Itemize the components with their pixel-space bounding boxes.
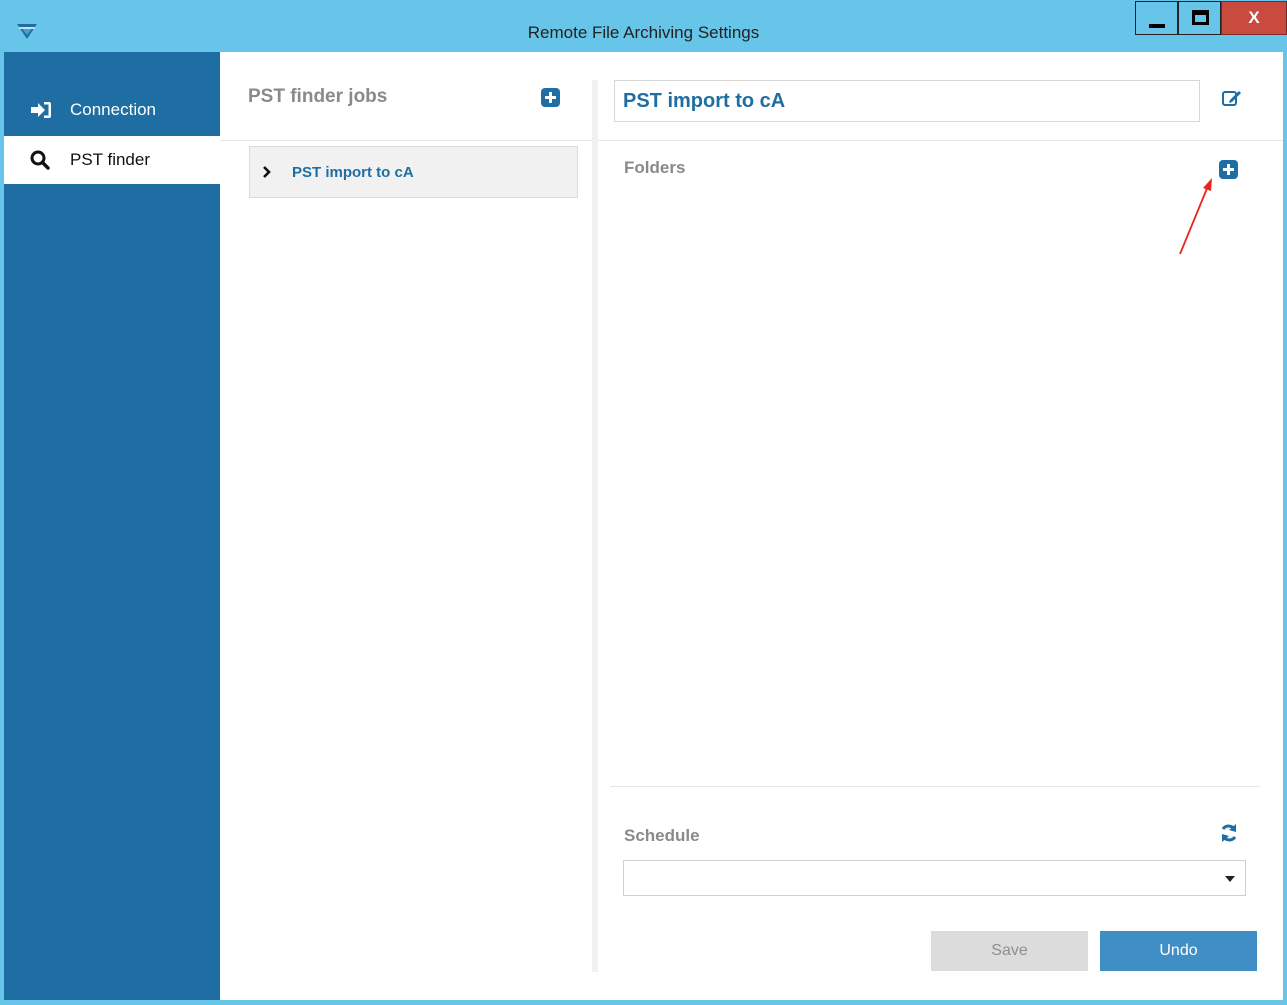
save-button[interactable]: Save bbox=[931, 931, 1088, 971]
divider bbox=[220, 140, 596, 141]
job-name-field[interactable] bbox=[614, 80, 1200, 122]
sign-in-icon bbox=[30, 101, 60, 119]
sidebar-item-label: Connection bbox=[70, 100, 157, 119]
maximize-button[interactable] bbox=[1178, 1, 1221, 35]
client-area: Connection PST finder PST finder jobs PS… bbox=[4, 52, 1283, 1000]
sidebar: Connection PST finder bbox=[4, 52, 220, 1000]
sidebar-item-connection[interactable]: Connection bbox=[4, 86, 220, 134]
schedule-dropdown[interactable] bbox=[623, 860, 1246, 896]
close-button[interactable]: X bbox=[1221, 1, 1287, 35]
sidebar-item-pst-finder[interactable]: PST finder bbox=[4, 136, 220, 184]
add-folder-icon[interactable] bbox=[1219, 160, 1238, 179]
sidebar-item-label: PST finder bbox=[70, 150, 151, 169]
divider bbox=[610, 786, 1260, 787]
title-bar[interactable]: Remote File Archiving Settings X bbox=[0, 0, 1287, 52]
add-job-icon[interactable] bbox=[541, 88, 560, 107]
jobs-panel: PST finder jobs PST import to cA bbox=[220, 52, 596, 1000]
jobs-header: PST finder jobs bbox=[248, 86, 388, 107]
close-icon: X bbox=[1248, 8, 1260, 27]
job-details-panel: Folders Schedule Save Un bbox=[598, 52, 1283, 1000]
edit-icon[interactable] bbox=[1221, 88, 1243, 113]
job-list-item[interactable]: PST import to cA bbox=[249, 146, 578, 198]
maximize-icon bbox=[1192, 10, 1209, 25]
undo-button[interactable]: Undo bbox=[1100, 931, 1257, 971]
search-icon bbox=[30, 150, 60, 170]
app-window: Remote File Archiving Settings X Connect… bbox=[0, 0, 1287, 1005]
chevron-right-icon bbox=[262, 165, 276, 179]
annotation-arrow-icon bbox=[1179, 178, 1212, 255]
chevron-down-icon bbox=[1225, 876, 1235, 882]
minimize-icon bbox=[1149, 24, 1165, 28]
job-item-label: PST import to cA bbox=[292, 163, 414, 181]
refresh-icon[interactable] bbox=[1219, 823, 1239, 848]
minimize-button[interactable] bbox=[1135, 1, 1178, 35]
schedule-label: Schedule bbox=[624, 826, 700, 845]
divider bbox=[598, 140, 1283, 141]
folders-label: Folders bbox=[624, 158, 686, 177]
